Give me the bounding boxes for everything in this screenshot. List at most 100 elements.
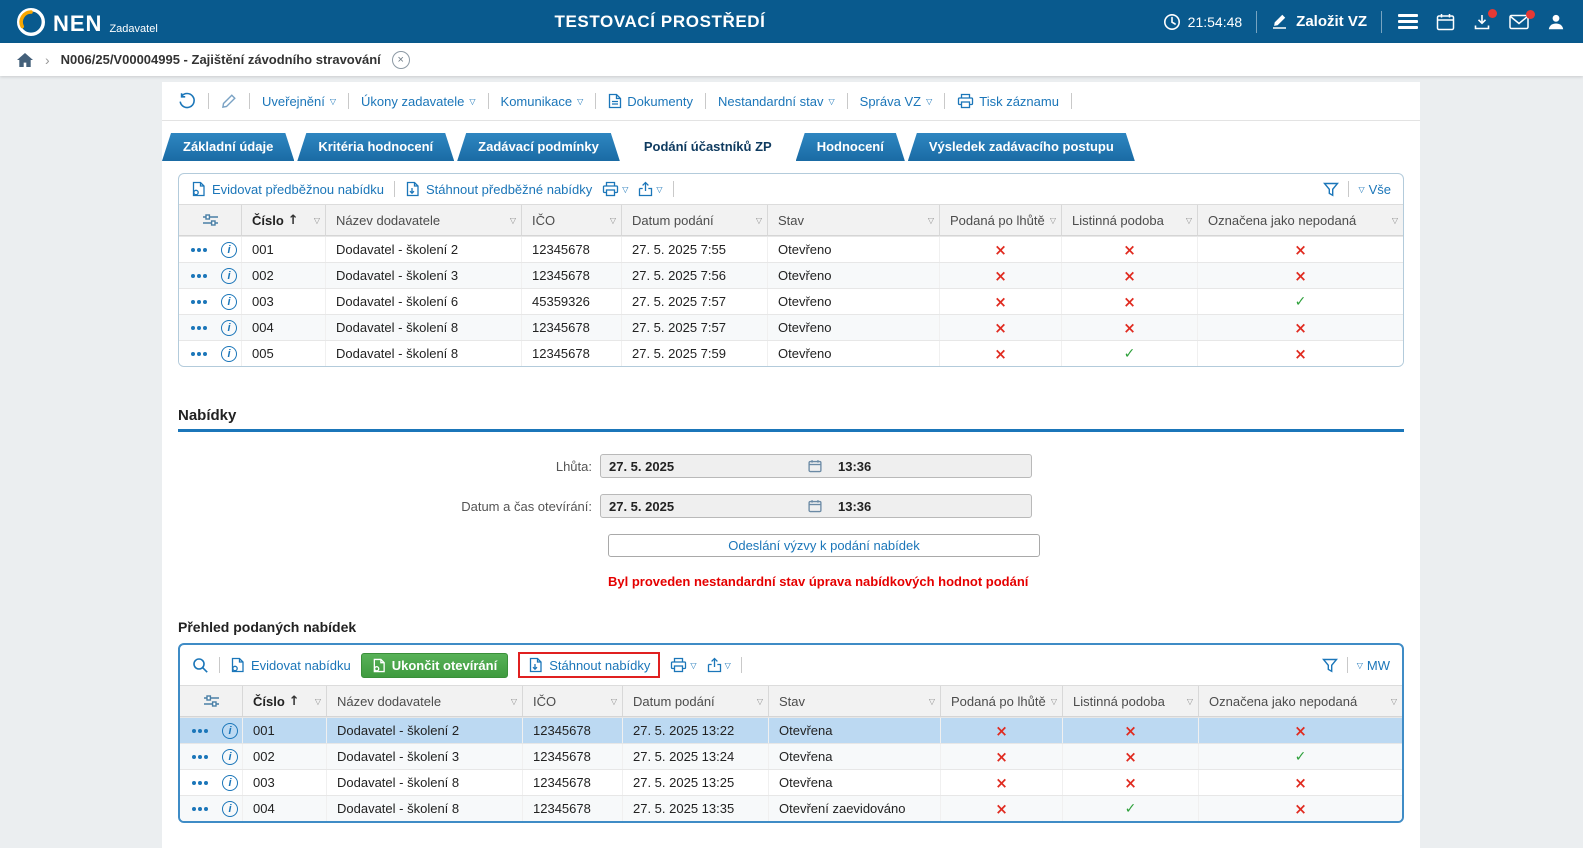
filter-caret-icon[interactable]: ▽ xyxy=(928,216,934,225)
column-header-oznacena-jako-nepodana[interactable]: Označena jako nepodaná▽ xyxy=(1198,686,1402,716)
edit-record-icon[interactable] xyxy=(221,93,237,109)
row-info-icon[interactable]: i xyxy=(221,294,237,310)
row-actions-icon[interactable] xyxy=(191,274,209,278)
tab-podani-ucastniku[interactable]: Podání účastníků ZP xyxy=(623,133,793,161)
column-header-ico[interactable]: IČO▽ xyxy=(522,686,622,716)
table-row[interactable]: i 001 Dodavatel - školení 2 12345678 27.… xyxy=(179,236,1403,262)
opening-field[interactable]: 27. 5. 2025 13:36 xyxy=(600,494,1032,518)
row-info-icon[interactable]: i xyxy=(222,801,238,817)
menu-tisk-zaznamu[interactable]: Tisk záznamu xyxy=(957,93,1059,109)
filter-caret-icon[interactable]: ▽ xyxy=(756,216,762,225)
filter-caret-icon[interactable]: ▽ xyxy=(314,216,320,225)
column-header-datum-podani[interactable]: Datum podání▽ xyxy=(621,205,767,235)
menu-nestandardni-stav[interactable]: Nestandardní stav▽ xyxy=(718,94,835,109)
print-table-button[interactable]: ▽ xyxy=(602,181,628,197)
user-profile-icon[interactable] xyxy=(1545,13,1567,31)
magnifier-icon[interactable] xyxy=(192,657,209,674)
filter-caret-icon[interactable]: ▽ xyxy=(611,697,617,706)
messages-icon[interactable] xyxy=(1507,14,1531,30)
opening-time-value[interactable]: 13:36 xyxy=(828,499,1031,514)
menu-uverejneni[interactable]: Uveřejnění▽ xyxy=(262,94,336,109)
home-icon[interactable] xyxy=(16,52,34,68)
filter-icon[interactable] xyxy=(1323,182,1339,197)
filter-caret-icon[interactable]: ▽ xyxy=(1050,216,1056,225)
row-actions-icon[interactable] xyxy=(192,755,210,759)
row-info-icon[interactable]: i xyxy=(221,346,237,362)
row-info-icon[interactable]: i xyxy=(222,749,238,765)
row-info-icon[interactable]: i xyxy=(222,723,238,739)
table-row[interactable]: i 002 Dodavatel - školení 3 12345678 27.… xyxy=(179,262,1403,288)
column-chooser-icon[interactable] xyxy=(179,205,241,235)
column-header-cislo[interactable]: Číslo↑▽ xyxy=(241,205,325,235)
menu-ukony-zadavatele[interactable]: Úkony zadavatele▽ xyxy=(361,94,476,109)
table-row[interactable]: i 005 Dodavatel - školení 8 12345678 27.… xyxy=(179,340,1403,366)
column-header-cislo[interactable]: Číslo↑▽ xyxy=(242,686,326,716)
column-header-nazev-dodavatele[interactable]: Název dodavatele▽ xyxy=(326,686,522,716)
row-info-icon[interactable]: i xyxy=(221,268,237,284)
deadline-field[interactable]: 27. 5. 2025 13:36 xyxy=(600,454,1032,478)
close-record-icon[interactable]: × xyxy=(392,51,410,69)
row-info-icon[interactable]: i xyxy=(222,775,238,791)
column-header-listinna-podoba[interactable]: Listinná podoba▽ xyxy=(1061,205,1197,235)
stahnout-nabidky-button[interactable]: Stáhnout nabídky xyxy=(528,657,650,673)
tab-zakladni-udaje[interactable]: Základní údaje xyxy=(162,133,294,161)
breadcrumb-record[interactable]: N006/25/V00004995 - Zajištění závodního … xyxy=(61,52,381,67)
filter-caret-icon[interactable]: ▽ xyxy=(510,216,516,225)
send-invite-button[interactable]: Odeslání výzvy k podání nabídek xyxy=(608,534,1040,557)
row-info-icon[interactable]: i xyxy=(221,320,237,336)
deadline-date-value[interactable]: 27. 5. 2025 xyxy=(601,459,802,474)
menu-hamburger-icon[interactable] xyxy=(1396,10,1420,32)
tab-zadavaci-podminky[interactable]: Zadávací podmínky xyxy=(457,133,620,161)
history-icon[interactable] xyxy=(178,92,196,110)
row-info-icon[interactable]: i xyxy=(221,242,237,258)
menu-sprava-vz[interactable]: Správa VZ▽ xyxy=(860,94,933,109)
filter-icon[interactable] xyxy=(1322,658,1338,673)
column-header-ico[interactable]: IČO▽ xyxy=(521,205,621,235)
column-header-stav[interactable]: Stav▽ xyxy=(768,686,940,716)
column-header-datum-podani[interactable]: Datum podání▽ xyxy=(622,686,768,716)
filter-caret-icon[interactable]: ▽ xyxy=(315,697,321,706)
column-header-podana-po-lhute[interactable]: Podaná po lhůtě▽ xyxy=(939,205,1061,235)
row-actions-icon[interactable] xyxy=(191,300,209,304)
filter-caret-icon[interactable]: ▽ xyxy=(1392,216,1398,225)
row-actions-icon[interactable] xyxy=(191,352,209,356)
tab-hodnoceni[interactable]: Hodnocení xyxy=(796,133,905,161)
view-selector[interactable]: ▽ MW xyxy=(1357,658,1390,673)
export-table-button[interactable]: ▽ xyxy=(638,181,662,197)
filter-caret-icon[interactable]: ▽ xyxy=(929,697,935,706)
create-vz-button[interactable]: Založit VZ xyxy=(1271,13,1367,30)
ukoncit-oteviranie-button[interactable]: Ukončit otevírání xyxy=(361,653,508,678)
column-header-listinna-podoba[interactable]: Listinná podoba▽ xyxy=(1062,686,1198,716)
filter-caret-icon[interactable]: ▽ xyxy=(610,216,616,225)
evidovat-nabidku-button[interactable]: Evidovat nabídku xyxy=(230,657,351,673)
tab-vysledek[interactable]: Výsledek zadávacího postupu xyxy=(908,133,1135,161)
opening-date-value[interactable]: 27. 5. 2025 xyxy=(601,499,802,514)
table-row[interactable]: i 004 Dodavatel - školení 8 12345678 27.… xyxy=(180,795,1402,821)
filter-caret-icon[interactable]: ▽ xyxy=(757,697,763,706)
filter-caret-icon[interactable]: ▽ xyxy=(511,697,517,706)
table-row[interactable]: i 004 Dodavatel - školení 8 12345678 27.… xyxy=(179,314,1403,340)
row-actions-icon[interactable] xyxy=(192,729,210,733)
table-row[interactable]: i 003 Dodavatel - školení 6 45359326 27.… xyxy=(179,288,1403,314)
export-table-button[interactable]: ▽ xyxy=(707,657,731,673)
row-actions-icon[interactable] xyxy=(191,248,209,252)
menu-dokumenty[interactable]: Dokumenty xyxy=(608,93,693,109)
calendar-picker-icon[interactable] xyxy=(802,459,828,473)
column-header-podana-po-lhute[interactable]: Podaná po lhůtě▽ xyxy=(940,686,1062,716)
calendar-icon[interactable] xyxy=(1434,13,1457,31)
print-table-button[interactable]: ▽ xyxy=(670,657,696,673)
row-actions-icon[interactable] xyxy=(192,807,210,811)
filter-caret-icon[interactable]: ▽ xyxy=(1186,216,1192,225)
stahnout-predbezne-nabidky-button[interactable]: Stáhnout předběžné nabídky xyxy=(405,181,592,197)
deadline-time-value[interactable]: 13:36 xyxy=(828,459,1031,474)
evidovat-predbeznou-nabidku-button[interactable]: Evidovat předběžnou nabídku xyxy=(191,181,384,197)
table-row[interactable]: i 003 Dodavatel - školení 8 12345678 27.… xyxy=(180,769,1402,795)
column-chooser-icon[interactable] xyxy=(180,686,242,716)
downloads-icon[interactable] xyxy=(1471,13,1493,31)
brand[interactable]: NEN Zadavatel xyxy=(16,7,158,37)
filter-caret-icon[interactable]: ▽ xyxy=(1187,697,1193,706)
menu-komunikace[interactable]: Komunikace▽ xyxy=(501,94,584,109)
calendar-picker-icon[interactable] xyxy=(802,499,828,513)
filter-caret-icon[interactable]: ▽ xyxy=(1051,697,1057,706)
column-header-stav[interactable]: Stav▽ xyxy=(767,205,939,235)
